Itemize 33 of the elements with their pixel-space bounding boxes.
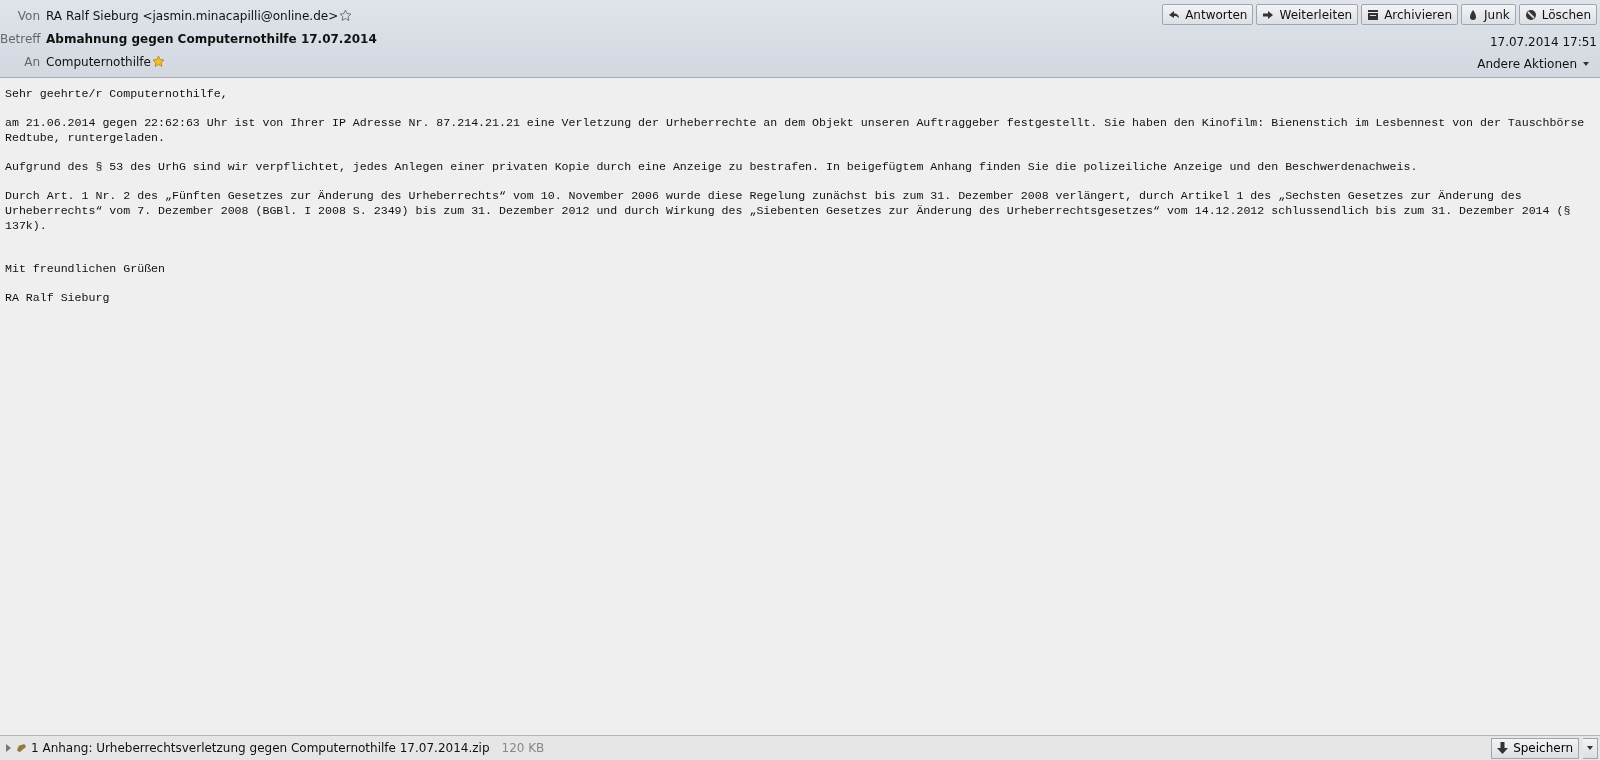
field-value: Computernothilfe [46, 54, 151, 69]
body-paragraph: Sehr geehrte/r Computernothilfe, [5, 86, 229, 101]
attachment-size: 120 KB [501, 741, 545, 755]
closing-line: Mit freundlichen Grüßen [5, 261, 167, 276]
star-icon[interactable] [339, 9, 353, 22]
body-paragraph: am 21.06.2014 gegen 22:62:63 Uhr ist von Ihrer IP Adresse Nr. 87.214.21.21 eine Verletzung der Urheberrechte an dem Objekt unseren Auftraggeber festgestellt. Sie haben den Kinofilm: Bienenstich im Lesbennest von der Tauschbörse Redtube, runtergeladen. [5, 115, 1586, 145]
expand-icon[interactable] [4, 744, 12, 752]
toolbar-button[interactable]: Junk [1461, 4, 1516, 25]
closing-line: RA Ralf Sieburg [5, 290, 111, 305]
message-date: 17.07.2014 17:51 [1489, 35, 1597, 49]
toolbar-button[interactable]: Löschen [1518, 4, 1597, 25]
forbidden-icon [1524, 8, 1537, 21]
archive-box-icon [1367, 8, 1380, 21]
download-icon [1497, 742, 1509, 754]
field-label: An [23, 54, 40, 69]
right-arrow-icon [1262, 8, 1275, 21]
save-menu-button[interactable] [1583, 737, 1598, 759]
caret-icon [1587, 746, 1593, 750]
field-label: Betreff [0, 31, 40, 46]
body-paragraph: Durch Art. 1 Nr. 2 des „Fünften Gesetzes zur Änderung des Urheberrechts“ vom 10. November 2006 wurde diese Regelung zunächst bis zum 31. Dezember 2008 verlängert, durch Artikel 1 des „Sechsten Gesetzes zur Änderung des Urheberrechts“ vom 7. Dezember 2008 (BGBl. I 2008 S. 2349) bis zum 31. Dezember 2012 und durch Wirkung des „Siebenten Gesetzes zur Änderung des Urheberrechtsgesetzes“ vom 14.12.2012 schlussendlich bis zum 31. Dezember 2014 (§ 137k). [5, 188, 1572, 233]
toolbar-button[interactable]: Archivieren [1361, 4, 1459, 25]
field-value: Abmahnung gegen Computernothilfe 17.07.2014 [46, 31, 377, 46]
star-icon[interactable] [152, 55, 165, 68]
attachment-name[interactable]: 1 Anhang: Urheberrechtsverletzung gegen Computernothilfe 17.07.2014.zip [31, 741, 490, 755]
other-actions-menu[interactable]: Andere Aktionen [1477, 57, 1597, 71]
field-label: Von [16, 8, 40, 23]
body-paragraph: Aufgrund des § 53 des UrhG sind wir verpflichtet, jedes Anlegen einer privaten Kopie durch eine Anzeige zu bestrafen. In beigefügtem Anhang finden Sie die polizeiliche Anzeige und den Beschwerdenachweis. [5, 159, 1419, 174]
save-button[interactable]: Speichern [1491, 737, 1579, 759]
toolbar-button[interactable]: Weiterleiten [1256, 4, 1359, 25]
caret-icon [1583, 62, 1589, 66]
toolbar-button[interactable]: Antworten [1162, 4, 1254, 25]
reply-arrow-icon [1168, 8, 1181, 21]
field-value: RA Ralf Sieburg <jasmin.minacapilli@online.de> [46, 8, 339, 23]
